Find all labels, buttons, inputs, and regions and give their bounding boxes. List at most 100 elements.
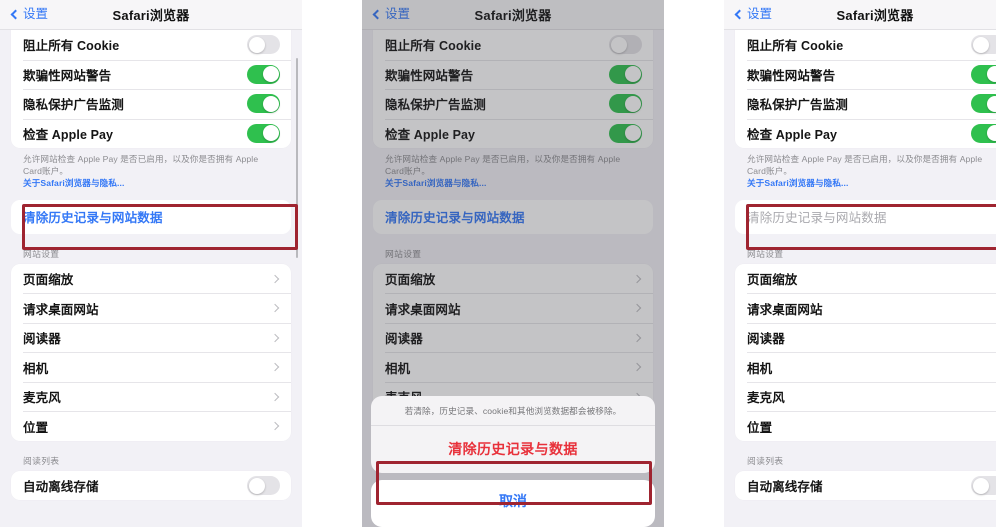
row-label: 欺骗性网站警告: [23, 68, 112, 83]
row-block-all-cookies-1[interactable]: 阻止所有 Cookie: [11, 30, 291, 60]
page-title-3: Safari浏览器: [836, 8, 914, 23]
row-camera-1[interactable]: 相机: [11, 352, 291, 382]
row-camera-3[interactable]: 相机: [735, 352, 996, 382]
chevron-right-icon: [270, 362, 280, 372]
row-microphone-3[interactable]: 麦克风: [735, 381, 996, 412]
footnote-text: 允许网站检查 Apple Pay 是否已启用，以及你是否拥有 Apple Car…: [23, 154, 259, 176]
toggle-knob: [986, 95, 996, 112]
row-label: 相机: [747, 361, 773, 376]
row-fraudulent-website-warning-1[interactable]: 欺骗性网站警告: [11, 59, 291, 90]
cancel-button[interactable]: 取消: [371, 480, 655, 527]
safari-privacy-link-1[interactable]: 关于Safari浏览器与隐私...: [23, 178, 279, 190]
action-sheet-message: 若清除，历史记录、cookie和其他浏览数据都会被移除。: [371, 396, 655, 426]
action-sheet-card: 若清除，历史记录、cookie和其他浏览数据都会被移除。 清除历史记录与数据: [371, 396, 655, 473]
phone-panel-2: 设置 Safari浏览器 阻止所有 Cookie 欺骗性网站警告 隐私保护广告监…: [362, 0, 664, 527]
nav-bar-1: 设置 Safari浏览器: [0, 0, 302, 30]
row-label: 位置: [23, 420, 49, 435]
clear-history-action-sheet: 若清除，历史记录、cookie和其他浏览数据都会被移除。 清除历史记录与数据 取…: [371, 396, 655, 527]
row-label: 自动离线存储: [23, 480, 99, 495]
row-request-desktop-website-3[interactable]: 请求桌面网站: [735, 293, 996, 323]
settings-scroll-3[interactable]: 阻止所有 Cookie 欺骗性网站警告 隐私保护广告监测 检查 Apple Pa…: [724, 30, 996, 527]
three-panel-screenshot: 设置 Safari浏览器 阻止所有 Cookie 欺骗性网站警告 隐私保护广告监…: [0, 0, 996, 527]
row-label: 检查 Apple Pay: [747, 127, 838, 142]
scroll-indicator-1[interactable]: [295, 58, 298, 258]
reading-list-header-3: 阅读列表: [747, 455, 784, 466]
row-label: 请求桌面网站: [747, 302, 823, 317]
row-privacy-preserving-ad-measurement-1[interactable]: 隐私保护广告监测: [11, 89, 291, 119]
row-label: 隐私保护广告监测: [747, 98, 848, 113]
toggle-knob: [262, 125, 279, 142]
clear-history-and-website-data-button-3: 清除历史记录与网站数据: [735, 199, 996, 234]
settings-scroll-1[interactable]: 阻止所有 Cookie 欺骗性网站警告 隐私保护广告监测 检查 Apple Pa…: [0, 30, 302, 527]
row-label: 自动离线存储: [747, 480, 823, 495]
row-label: 检查 Apple Pay: [23, 127, 114, 142]
toggle-privacy-preserving-ad-measurement[interactable]: [971, 94, 996, 114]
toggle-knob: [248, 36, 265, 53]
chevron-right-icon: [270, 421, 280, 431]
row-label: 阅读器: [23, 332, 61, 347]
nav-bar-3: 设置 Safari浏览器: [724, 0, 996, 30]
apple-pay-footnote-3: 允许网站检查 Apple Pay 是否已启用，以及你是否拥有 Apple Car…: [735, 148, 996, 190]
reading-list-card-1: 自动离线存储: [11, 470, 291, 501]
toggle-automatically-save-offline[interactable]: [247, 476, 280, 496]
chevron-right-icon: [270, 303, 280, 313]
row-label: 页面缩放: [747, 273, 798, 288]
confirm-clear-history-button[interactable]: 清除历史记录与数据: [371, 426, 655, 473]
row-check-apple-pay-1[interactable]: 检查 Apple Pay: [11, 118, 291, 149]
privacy-toggles-card-3: 阻止所有 Cookie 欺骗性网站警告 隐私保护广告监测 检查 Apple Pa…: [735, 30, 996, 148]
row-reader-1[interactable]: 阅读器: [11, 322, 291, 353]
row-reader-3[interactable]: 阅读器: [735, 322, 996, 353]
row-label: 阻止所有 Cookie: [747, 39, 844, 54]
toggle-privacy-preserving-ad-measurement[interactable]: [247, 94, 280, 114]
row-page-zoom-1[interactable]: 页面缩放: [11, 264, 291, 294]
row-automatically-save-offline-1[interactable]: 自动离线存储: [11, 471, 291, 501]
panel-gap-1: [302, 0, 362, 527]
row-location-1[interactable]: 位置: [11, 411, 291, 441]
row-label: 相机: [23, 361, 49, 376]
chevron-right-icon: [270, 392, 280, 401]
row-label: 欺骗性网站警告: [747, 68, 836, 83]
row-request-desktop-website-1[interactable]: 请求桌面网站: [11, 293, 291, 323]
toggle-fraudulent-website-warning[interactable]: [247, 64, 280, 84]
row-label: 麦克风: [23, 391, 61, 406]
chevron-right-icon: [270, 274, 280, 283]
row-location-3[interactable]: 位置: [735, 411, 996, 441]
toggle-knob: [986, 125, 996, 142]
toggle-knob: [986, 66, 996, 83]
reading-list-header-1: 阅读列表: [23, 455, 60, 466]
row-fraudulent-website-warning-3[interactable]: 欺骗性网站警告: [735, 59, 996, 90]
toggle-knob: [972, 36, 989, 53]
row-microphone-1[interactable]: 麦克风: [11, 381, 291, 412]
row-page-zoom-3[interactable]: 页面缩放: [735, 264, 996, 294]
row-privacy-preserving-ad-measurement-3[interactable]: 隐私保护广告监测: [735, 89, 996, 119]
phone-panel-3: 设置 Safari浏览器 阻止所有 Cookie 欺骗性网站警告 隐私保护广告监…: [724, 0, 996, 527]
toggle-knob: [262, 95, 279, 112]
clear-history-and-website-data-button-1[interactable]: 清除历史记录与网站数据: [11, 199, 291, 234]
row-check-apple-pay-3[interactable]: 检查 Apple Pay: [735, 118, 996, 149]
row-label: 阅读器: [747, 332, 785, 347]
footnote-text: 允许网站检查 Apple Pay 是否已启用，以及你是否拥有 Apple Car…: [747, 154, 983, 176]
toggle-knob: [248, 477, 265, 494]
panel-gap-2: [664, 0, 724, 527]
row-label: 请求桌面网站: [23, 302, 99, 317]
toggle-fraudulent-website-warning[interactable]: [971, 64, 996, 84]
site-settings-header-1: 网站设置: [23, 248, 60, 259]
toggle-automatically-save-offline[interactable]: [971, 476, 996, 496]
row-label: 位置: [747, 420, 773, 435]
phone-panel-1: 设置 Safari浏览器 阻止所有 Cookie 欺骗性网站警告 隐私保护广告监…: [0, 0, 302, 527]
toggle-check-apple-pay[interactable]: [971, 123, 996, 143]
row-label: 麦克风: [747, 391, 785, 406]
row-label: 阻止所有 Cookie: [23, 39, 120, 54]
toggle-block-all-cookies[interactable]: [247, 35, 280, 55]
site-settings-card-1: 页面缩放 请求桌面网站 阅读器 相机 麦克风 位置: [11, 263, 291, 441]
chevron-right-icon: [270, 333, 280, 342]
toggle-block-all-cookies[interactable]: [971, 35, 996, 55]
row-block-all-cookies-3[interactable]: 阻止所有 Cookie: [735, 30, 996, 60]
row-label: 页面缩放: [23, 273, 74, 288]
row-label: 隐私保护广告监测: [23, 98, 124, 113]
page-title-1: Safari浏览器: [112, 8, 190, 23]
toggle-check-apple-pay[interactable]: [247, 123, 280, 143]
row-automatically-save-offline-3[interactable]: 自动离线存储: [735, 471, 996, 501]
safari-privacy-link-3[interactable]: 关于Safari浏览器与隐私...: [747, 178, 996, 190]
apple-pay-footnote-1: 允许网站检查 Apple Pay 是否已启用，以及你是否拥有 Apple Car…: [11, 148, 291, 190]
